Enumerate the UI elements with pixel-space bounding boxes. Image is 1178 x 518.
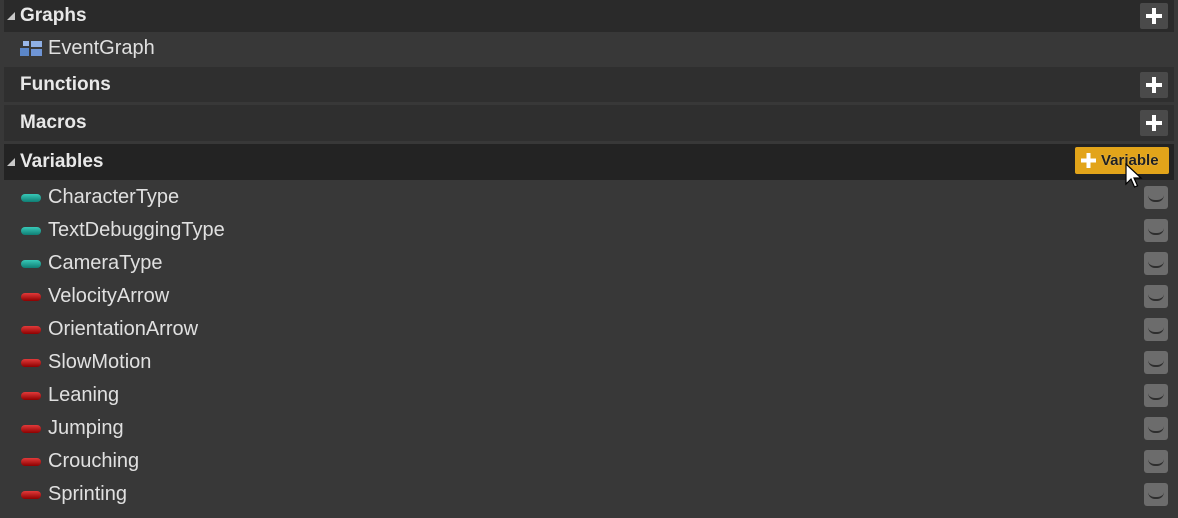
variable-type-pill-icon [21,358,41,367]
add-graph-button[interactable] [1140,3,1168,29]
variable-item[interactable]: Leaning [4,379,1174,412]
variable-item-label: Jumping [48,417,124,439]
functions-section-title: Functions [20,73,111,95]
macros-section-title: Macros [20,112,87,133]
variable-type-pill-icon [21,490,41,499]
variable-type-pill-icon [21,391,41,400]
variable-item[interactable]: OrientationArrow [4,313,1174,346]
visibility-eye-icon[interactable] [1144,384,1168,407]
plus-icon [1146,8,1162,24]
variable-item[interactable]: VelocityArrow [4,280,1174,313]
macros-section-header[interactable]: Macros [4,105,1174,141]
variables-section-title: Variables [20,151,104,172]
expand-arrow-icon[interactable] [7,158,15,166]
visibility-eye-icon[interactable] [1144,219,1168,242]
add-variable-button[interactable]: Variable [1075,147,1169,174]
variable-type-pill-icon [21,325,41,334]
visibility-eye-icon[interactable] [1144,318,1168,341]
variable-type-pill-icon [21,193,41,202]
variable-item-label: OrientationArrow [48,318,199,340]
variable-item-label: CameraType [48,252,163,274]
add-macro-button[interactable] [1140,110,1168,136]
my-blueprint-panel: Graphs EventGraph Functions Macros Varia… [0,0,1178,518]
variable-type-pill-icon [21,424,41,433]
add-function-button[interactable] [1140,72,1168,98]
variable-item-label: SlowMotion [48,351,152,373]
functions-section-header[interactable]: Functions [4,67,1174,102]
visibility-eye-icon[interactable] [1144,483,1168,506]
visibility-eye-icon[interactable] [1144,252,1168,275]
plus-icon [1146,115,1162,131]
graph-item-eventgraph[interactable]: EventGraph [4,32,1174,65]
variable-type-pill-icon [21,457,41,466]
variable-item-label: Leaning [48,384,120,406]
plus-icon [1081,153,1096,168]
variable-item-label: Crouching [48,450,140,472]
variable-type-pill-icon [21,292,41,301]
visibility-eye-icon[interactable] [1144,417,1168,440]
variable-item[interactable]: TextDebuggingType [4,214,1174,247]
variable-type-pill-icon [21,226,41,235]
mouse-cursor-icon [1125,163,1143,188]
variable-item[interactable]: SlowMotion [4,346,1174,379]
graphs-section-title: Graphs [20,5,87,26]
expand-arrow-icon[interactable] [7,12,15,20]
variable-item-label: TextDebuggingType [48,219,225,241]
visibility-eye-icon[interactable] [1144,450,1168,473]
graph-item-label: EventGraph [48,37,155,59]
variable-type-pill-icon [21,259,41,268]
variable-item[interactable]: Sprinting [4,478,1174,511]
event-graph-icon [20,41,42,56]
variable-item[interactable]: Crouching [4,445,1174,478]
variable-item[interactable]: CharacterType [4,181,1174,214]
plus-icon [1146,77,1162,93]
variable-item-label: VelocityArrow [48,285,170,307]
visibility-eye-icon[interactable] [1144,186,1168,209]
visibility-eye-icon[interactable] [1144,285,1168,308]
graphs-section-header[interactable]: Graphs [4,0,1174,32]
visibility-eye-icon[interactable] [1144,351,1168,374]
variable-item[interactable]: CameraType [4,247,1174,280]
variables-section-header[interactable]: Variables Variable [4,144,1174,180]
variable-item-label: CharacterType [48,186,180,208]
variable-item-label: Sprinting [48,483,127,505]
variable-item[interactable]: Jumping [4,412,1174,445]
